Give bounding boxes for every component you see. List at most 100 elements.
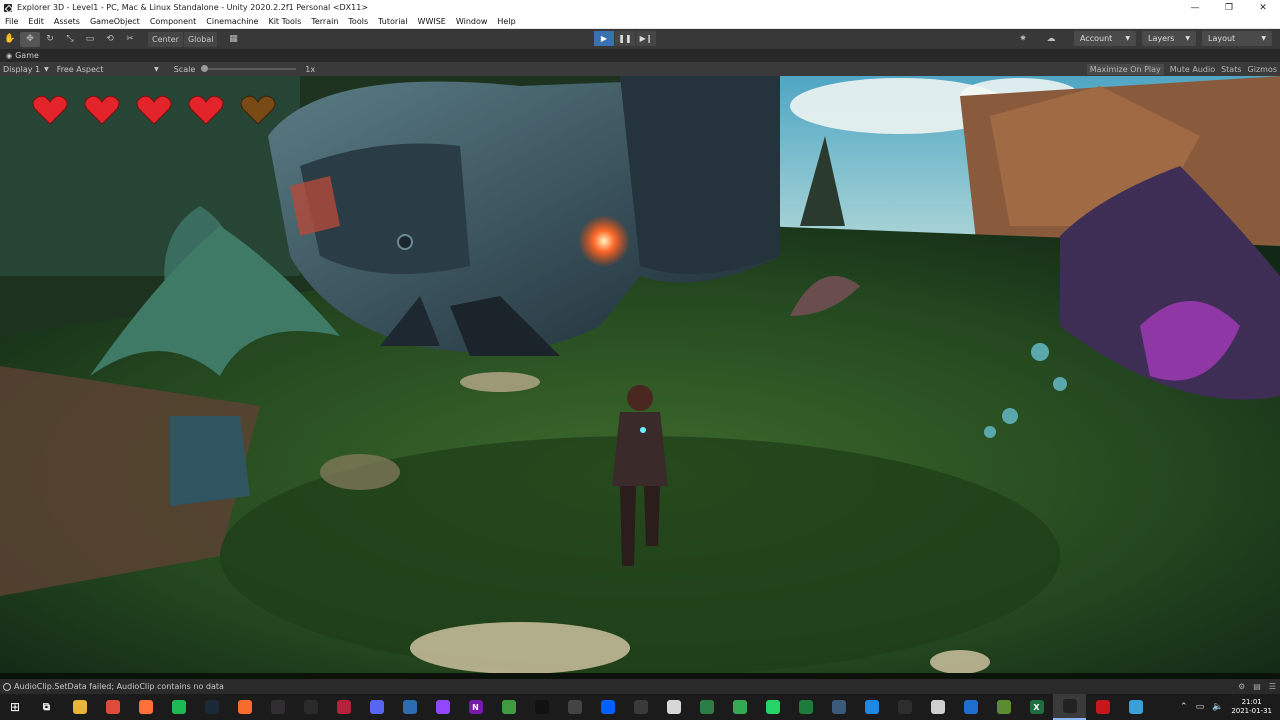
dropbox-taskbar-button[interactable] [591,694,624,720]
windows-start-icon[interactable]: ⊞ [0,700,30,714]
layers-dropdown[interactable]: Layers ▼ [1142,31,1196,46]
volume-icon[interactable]: 🔈 [1212,702,1223,712]
stats-toggle[interactable]: Stats [1221,65,1241,74]
notepad-taskbar-button[interactable] [657,694,690,720]
heart-full-icon [136,95,172,125]
scale-slider-knob[interactable] [201,65,209,72]
move-tool-button[interactable]: ✥ [20,31,40,47]
pivot-mode-toggle[interactable]: Center [148,31,183,47]
account-label: Account [1080,34,1113,43]
scale-tool-button[interactable]: ⤡ [60,32,80,47]
whatsapp-taskbar-button[interactable] [756,694,789,720]
menu-component[interactable]: Component [145,17,201,26]
cache-icon[interactable]: ▤ [1253,682,1261,691]
epic-games-taskbar-button[interactable] [294,694,327,720]
obs-taskbar-button[interactable] [261,694,294,720]
udk-taskbar-button[interactable] [888,694,921,720]
console-status-bar[interactable]: AudioClip.SetData failed; AudioClip cont… [0,679,1280,694]
network-app-taskbar-button[interactable] [1119,694,1152,720]
menu-terrain[interactable]: Terrain [306,17,343,26]
spotify-taskbar-button[interactable] [162,694,195,720]
unreal-taskbar-button[interactable] [525,694,558,720]
windows-taskbar: ⊞ ⧉ N X ⌃ ▭ 🔈 21:01 2021-01-31 [0,694,1280,720]
maximize-button[interactable]: ❐ [1212,0,1246,15]
greenshot-taskbar-button[interactable] [492,694,525,720]
menu-window[interactable]: Window [451,17,493,26]
firefox-taskbar-button[interactable] [129,694,162,720]
menu-edit[interactable]: Edit [23,17,49,26]
scale-slider[interactable] [201,65,297,72]
clock-time: 21:01 [1241,698,1262,706]
davinci-taskbar-button[interactable] [822,694,855,720]
rotate-tool-button[interactable]: ↻ [40,32,60,47]
menu-file[interactable]: File [0,17,23,26]
menu-tools[interactable]: Tools [343,17,373,26]
rect-tool-button[interactable]: ▭ [80,32,100,47]
minecraft-taskbar-button[interactable] [987,694,1020,720]
excel-taskbar-button[interactable]: X [1020,694,1053,720]
discord-taskbar-button[interactable] [360,694,393,720]
collab-icon[interactable]: ✷ [1012,31,1034,46]
tab-game-label: Game [15,51,39,60]
screen-taskbar-button[interactable] [855,694,888,720]
vlc-taskbar-button[interactable] [624,694,657,720]
obs-icon [270,700,285,714]
dzl-taskbar-button[interactable] [327,694,360,720]
origin-taskbar-button[interactable] [228,694,261,720]
unity-hub-taskbar-button[interactable] [558,694,591,720]
uplay-taskbar-button[interactable] [393,694,426,720]
account-dropdown[interactable]: Account ▼ [1074,31,1136,46]
custom-tool-button[interactable]: ✂ [120,32,140,47]
tab-game[interactable]: ◉ Game [0,51,45,60]
scale-value: 1x [305,64,316,74]
play-button[interactable]: ▶ [594,31,614,46]
menu-kit-tools[interactable]: Kit Tools [263,17,306,26]
display-dropdown[interactable]: Display 1 ▼ [3,65,49,74]
gizmos-toggle[interactable]: Gizmos [1248,65,1277,74]
game-viewport[interactable] [0,76,1280,679]
layout-dropdown[interactable]: Layout ▼ [1202,31,1272,46]
progress-icon[interactable]: ⚙ [1238,682,1245,691]
network-icon[interactable]: ▭ [1196,702,1205,712]
photos-taskbar-button[interactable] [921,694,954,720]
maps-taskbar-button[interactable] [723,694,756,720]
kitbash-taskbar-button[interactable] [690,694,723,720]
task-view-icon[interactable]: ⧉ [30,694,63,720]
edge-taskbar-button[interactable] [954,694,987,720]
status-message[interactable]: AudioClip.SetData failed; AudioClip cont… [14,682,224,691]
steam-taskbar-button[interactable] [195,694,228,720]
hand-tool-button[interactable]: ✋ [0,32,20,47]
minimize-button[interactable]: — [1178,0,1212,15]
cloud-icon[interactable]: ☁ [1040,31,1062,46]
scale-label: Scale [173,64,196,74]
mute-audio-toggle[interactable]: Mute Audio [1170,65,1215,74]
menu-wwise[interactable]: WWISE [413,17,451,26]
clock[interactable]: 21:01 2021-01-31 [1231,698,1272,716]
chrome-taskbar-button[interactable] [96,694,129,720]
maps-icon [732,700,747,714]
redshift-taskbar-button[interactable] [1086,694,1119,720]
menu-gameobject[interactable]: GameObject [85,17,145,26]
menu-assets[interactable]: Assets [49,17,85,26]
menu-tutorial[interactable]: Tutorial [373,17,412,26]
close-button[interactable]: ✕ [1246,0,1280,15]
redshift-icon [1095,700,1110,714]
onenote-taskbar-button[interactable]: N [459,694,492,720]
menu-cinemachine[interactable]: Cinemachine [201,17,263,26]
tray-expand-icon[interactable]: ⌃ [1180,702,1188,712]
menu-help[interactable]: Help [492,17,520,26]
unity-taskbar-button[interactable] [1053,694,1086,720]
file-explorer-taskbar-button[interactable] [63,694,96,720]
aspect-dropdown[interactable]: Free Aspect ▼ [57,65,159,74]
network-app-icon [1128,700,1143,714]
grid-snap-icon[interactable]: ▦ [223,32,243,47]
debug-icon[interactable]: ☰ [1269,682,1276,691]
step-button[interactable]: ▶❙ [636,31,656,46]
pivot-space-toggle[interactable]: Global [183,31,218,47]
transform-tool-button[interactable]: ⟲ [100,32,120,47]
maximize-on-play-toggle[interactable]: Maximize On Play [1086,63,1164,75]
twitch-taskbar-button[interactable] [426,694,459,720]
pause-button[interactable]: ❚❚ [615,31,635,46]
firefox-icon [138,700,153,714]
stats-taskbar-button[interactable] [789,694,822,720]
